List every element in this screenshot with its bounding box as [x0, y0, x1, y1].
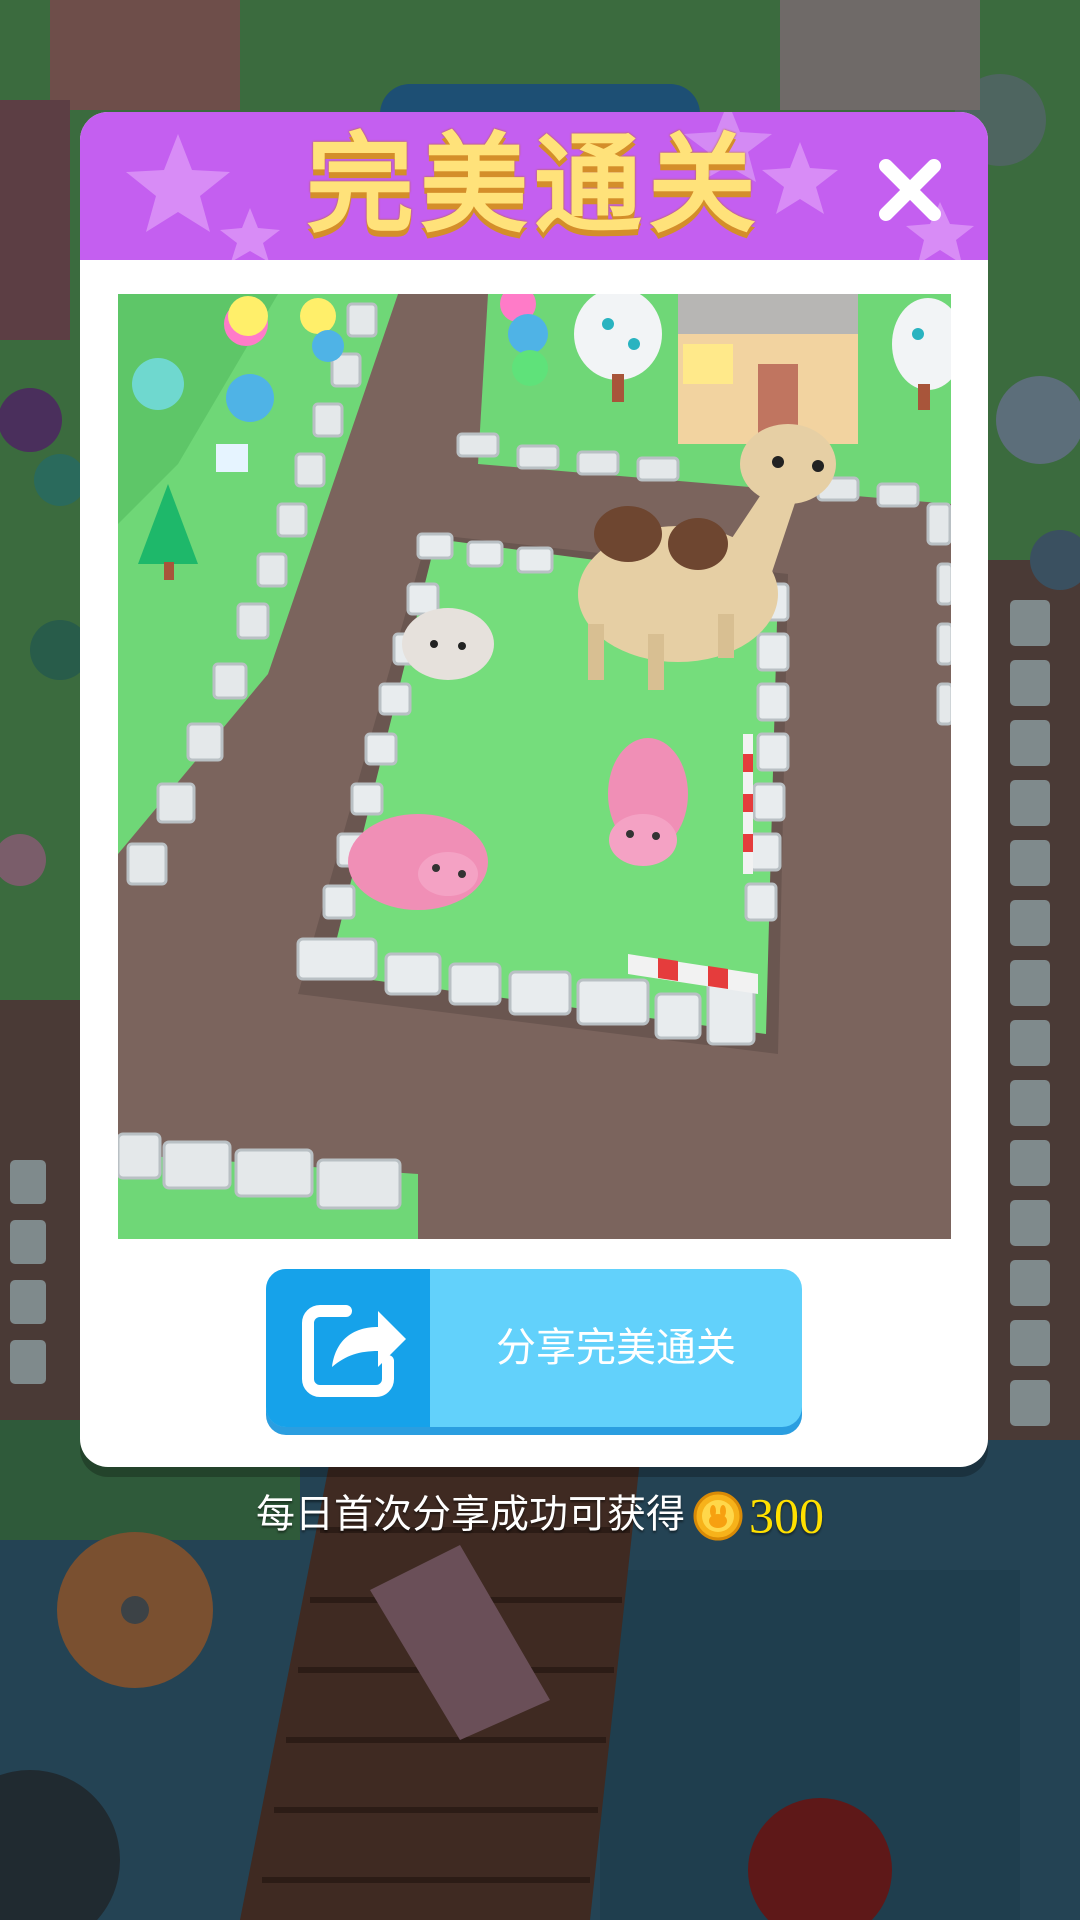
dialog-title: 完美通关: [305, 123, 762, 248]
reward-amount: 300: [749, 1487, 824, 1544]
share-perfect-clear-button[interactable]: 分享完美通关: [266, 1269, 802, 1427]
share-button-label: 分享完美通关: [496, 1325, 736, 1371]
share-icon: [302, 1305, 406, 1397]
daily-share-reward-info: 每日首次分享成功可获得 300: [0, 1486, 1080, 1544]
close-icon: [879, 159, 941, 221]
coin-icon: [693, 1491, 743, 1540]
reward-description: 每日首次分享成功可获得: [255, 1492, 685, 1538]
level-complete-dialog: 完美通关 分享完美通关: [80, 112, 988, 1467]
level-screenshot-image: [118, 294, 951, 1239]
close-button[interactable]: [870, 150, 950, 230]
share-icon-container: [266, 1269, 430, 1427]
dialog-header: 完美通关: [80, 112, 988, 260]
